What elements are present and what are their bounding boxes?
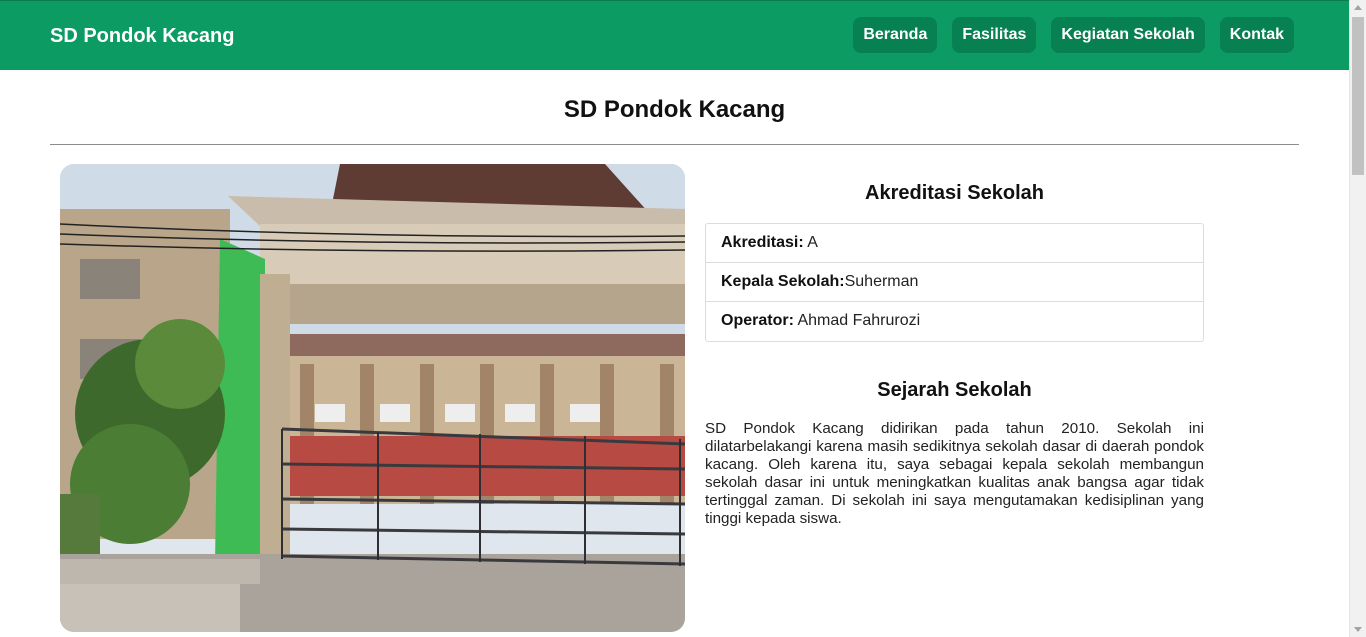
nav-link-kegiatan-sekolah[interactable]: Kegiatan Sekolah bbox=[1051, 17, 1205, 53]
principal-label: Kepala Sekolah: bbox=[721, 273, 845, 290]
school-building-photo bbox=[60, 164, 685, 632]
navbar: SD Pondok Kacang Beranda Fasilitas Kegia… bbox=[0, 0, 1349, 70]
scroll-up-arrow-icon[interactable] bbox=[1354, 5, 1362, 10]
accreditation-label: Akreditasi: bbox=[721, 234, 804, 251]
accreditation-list: Akreditasi: A Kepala Sekolah:Suherman Op… bbox=[705, 223, 1204, 342]
nav-link-beranda[interactable]: Beranda bbox=[853, 17, 938, 53]
principal-value: Suherman bbox=[844, 273, 919, 290]
page-title: SD Pondok Kacang bbox=[563, 96, 786, 123]
vertical-scrollbar[interactable] bbox=[1349, 0, 1366, 637]
brand-logo-text[interactable]: SD Pondok Kacang bbox=[50, 25, 234, 48]
nav-link-kontak[interactable]: Kontak bbox=[1219, 17, 1294, 53]
list-item: Kepala Sekolah:Suherman bbox=[706, 263, 1203, 302]
operator-value: Ahmad Fahrurozi bbox=[793, 312, 921, 329]
operator-label: Operator: bbox=[721, 312, 794, 329]
scroll-thumb[interactable] bbox=[1352, 17, 1364, 175]
nav-links: Beranda Fasilitas Kegiatan Sekolah Konta… bbox=[853, 17, 1294, 53]
divider bbox=[50, 144, 1299, 145]
scroll-down-arrow-icon[interactable] bbox=[1354, 627, 1362, 632]
accreditation-heading: Akreditasi Sekolah bbox=[865, 182, 1044, 204]
history-heading: Sejarah Sekolah bbox=[877, 379, 1032, 401]
list-item: Operator: Ahmad Fahrurozi bbox=[706, 302, 1203, 341]
list-item: Akreditasi: A bbox=[706, 224, 1203, 263]
accreditation-value: A bbox=[803, 234, 818, 251]
history-paragraph: SD Pondok Kacang didirikan pada tahun 20… bbox=[705, 420, 1204, 527]
nav-link-fasilitas[interactable]: Fasilitas bbox=[952, 17, 1037, 53]
